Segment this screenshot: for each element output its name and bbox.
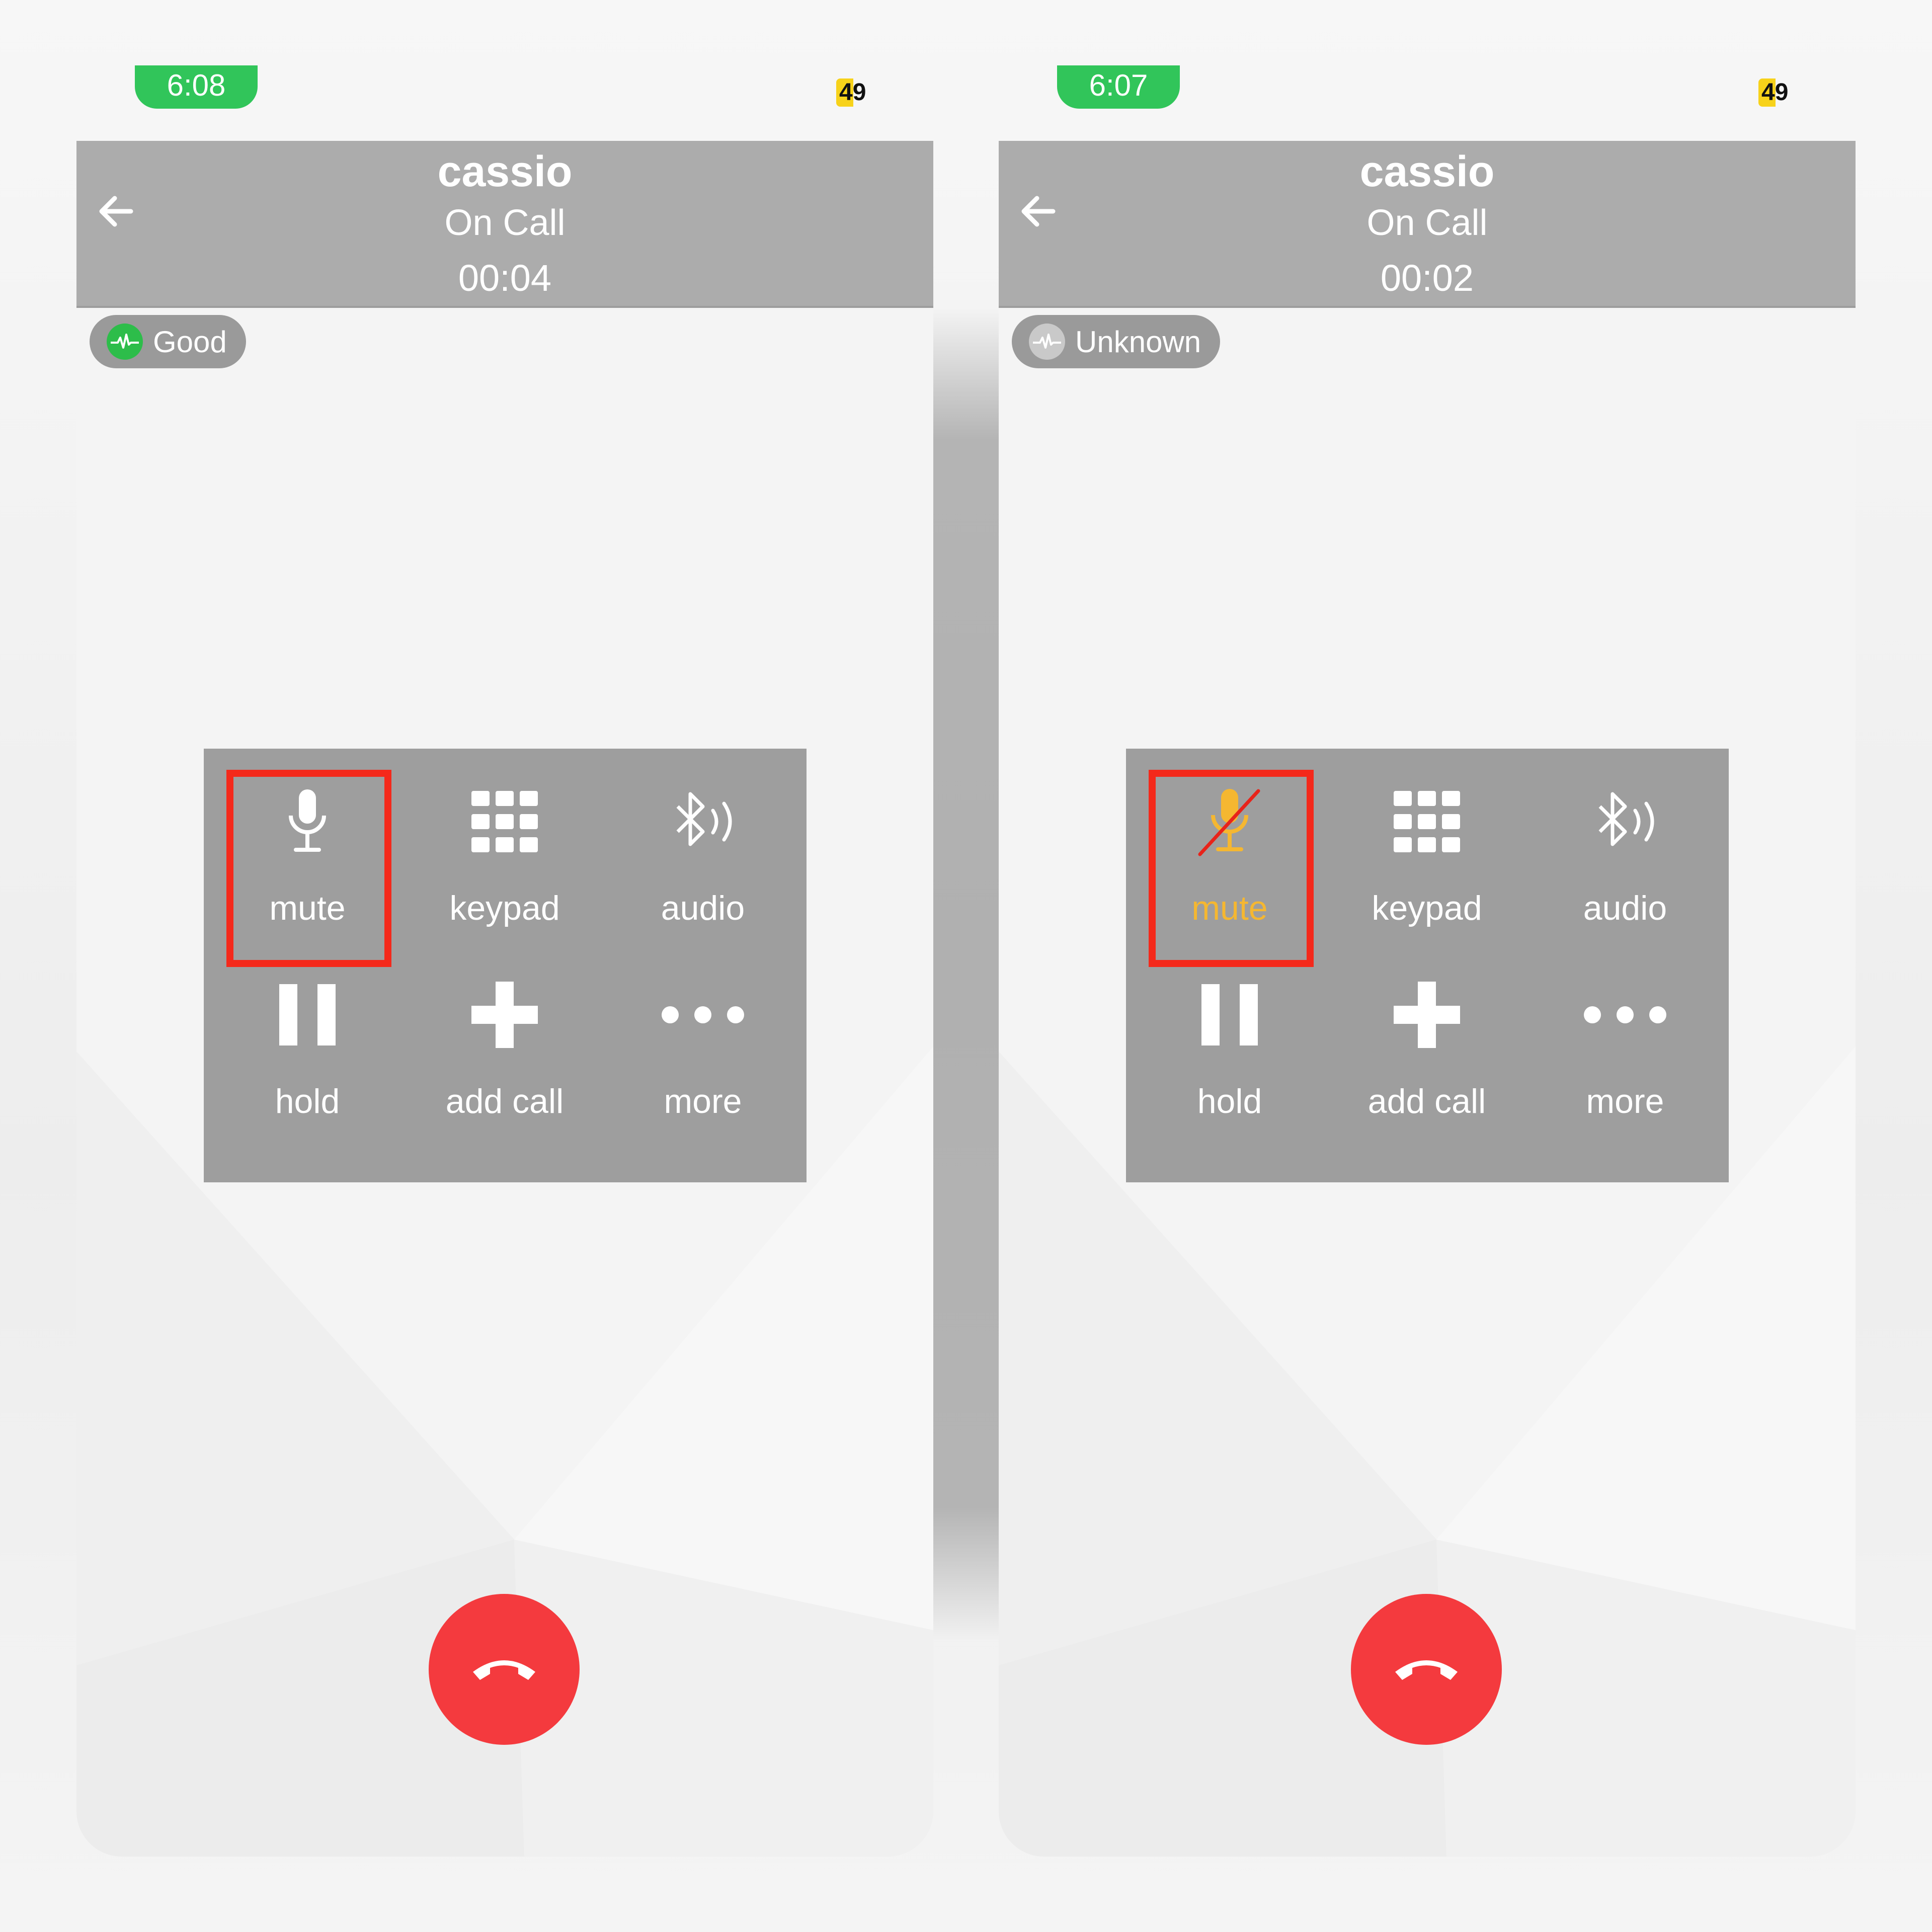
more-label: more xyxy=(664,1082,742,1120)
mute-highlight-box xyxy=(1149,770,1314,967)
more-label: more xyxy=(1586,1082,1664,1120)
keypad-button[interactable]: keypad xyxy=(1328,749,1525,942)
panel-divider xyxy=(933,307,999,1640)
call-controls: mute keypad audio hold add call more xyxy=(204,749,807,1182)
end-call-button[interactable] xyxy=(1351,1594,1502,1745)
keypad-label: keypad xyxy=(1372,889,1482,927)
call-state: On Call xyxy=(444,203,566,243)
hold-label: hold xyxy=(275,1082,340,1120)
plus-icon xyxy=(406,977,603,1053)
contact-name: cassio xyxy=(437,147,573,196)
pause-icon xyxy=(1131,977,1328,1053)
add-call-button[interactable]: add call xyxy=(1328,942,1525,1135)
waveform-icon xyxy=(107,324,143,360)
add-call-label: add call xyxy=(445,1082,564,1120)
hold-button[interactable]: hold xyxy=(1131,942,1328,1135)
keypad-button[interactable]: keypad xyxy=(406,749,603,942)
end-call-button[interactable] xyxy=(429,1594,580,1745)
call-timer: 00:04 xyxy=(458,257,552,299)
keypad-icon xyxy=(1328,784,1525,859)
pause-icon xyxy=(209,977,406,1053)
add-call-button[interactable]: add call xyxy=(406,942,603,1135)
call-screen-left: 6:08 49 cassio On Call 00:04 Good mute k… xyxy=(76,0,933,1857)
status-time: 6:08 xyxy=(135,65,258,109)
more-button[interactable]: more xyxy=(1526,942,1724,1135)
bluetooth-audio-icon xyxy=(1526,784,1724,859)
more-dots-icon xyxy=(604,977,801,1053)
plus-icon xyxy=(1328,977,1525,1053)
battery-level: 49 xyxy=(1758,78,1792,107)
audio-button[interactable]: audio xyxy=(604,749,801,942)
call-timer: 00:02 xyxy=(1380,257,1474,299)
hang-up-icon xyxy=(1395,1660,1458,1680)
hold-button[interactable]: hold xyxy=(209,942,406,1135)
call-state: On Call xyxy=(1366,203,1488,243)
audio-label: audio xyxy=(1583,889,1667,927)
audio-label: audio xyxy=(661,889,745,927)
hold-label: hold xyxy=(1197,1082,1262,1120)
call-quality-label: Unknown xyxy=(1075,325,1201,359)
keypad-label: keypad xyxy=(449,889,560,927)
call-quality-badge: Unknown xyxy=(1012,315,1221,368)
call-screen-right: 6:07 49 cassio On Call 00:02 Unknown mut… xyxy=(999,0,1856,1857)
keypad-icon xyxy=(406,784,603,859)
more-button[interactable]: more xyxy=(604,942,801,1135)
call-quality-label: Good xyxy=(153,325,227,359)
call-header: cassio On Call 00:04 xyxy=(76,141,933,308)
mute-highlight-box xyxy=(226,770,391,967)
status-time: 6:07 xyxy=(1057,65,1180,109)
more-dots-icon xyxy=(1526,977,1724,1053)
waveform-icon xyxy=(1029,324,1065,360)
audio-button[interactable]: audio xyxy=(1526,749,1724,942)
call-quality-badge: Good xyxy=(90,315,246,368)
call-controls: mute keypad audio hold add call more xyxy=(1126,749,1729,1182)
call-header: cassio On Call 00:02 xyxy=(999,141,1856,308)
battery-level: 49 xyxy=(836,78,869,107)
hang-up-icon xyxy=(473,1660,535,1680)
bluetooth-audio-icon xyxy=(604,784,801,859)
contact-name: cassio xyxy=(1359,147,1495,196)
add-call-label: add call xyxy=(1367,1082,1486,1120)
